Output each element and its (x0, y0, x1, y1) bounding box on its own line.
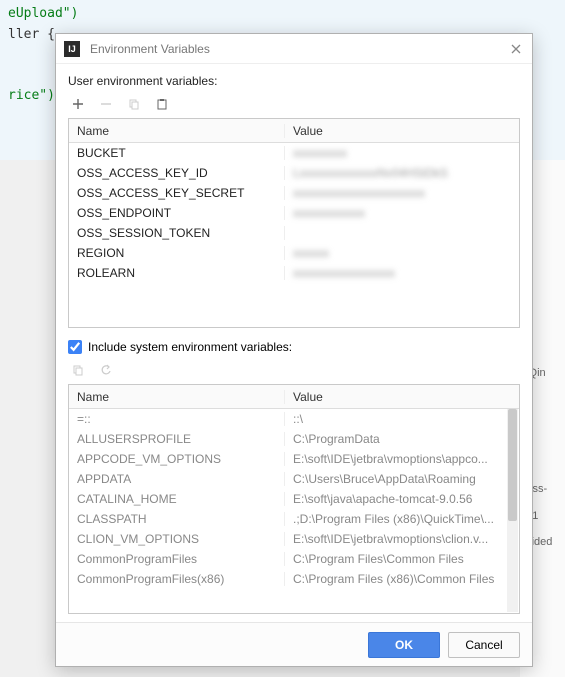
table-row[interactable]: APPDATAC:\Users\Bruce\AppData\Roaming (69, 469, 519, 489)
remove-icon (98, 96, 114, 112)
table-row[interactable]: APPCODE_VM_OPTIONSE:\soft\IDE\jetbra\vmo… (69, 449, 519, 469)
col-value[interactable]: Value (285, 124, 519, 138)
cell-name[interactable]: CommonProgramFiles (69, 552, 285, 566)
scrollbar[interactable] (507, 409, 518, 612)
cell-name[interactable]: CATALINA_HOME (69, 492, 285, 506)
revert-icon (98, 362, 114, 378)
add-icon[interactable] (70, 96, 86, 112)
table-row[interactable]: =::::\ (69, 409, 519, 429)
user-vars-toolbar (68, 94, 520, 118)
cell-value[interactable]: xxxxxxxxxxxxxxxxx (285, 266, 519, 280)
table-header: Name Value (69, 385, 519, 409)
cell-value[interactable]: C:\Program Files\Common Files (285, 552, 519, 566)
cell-name[interactable]: OSS_ACCESS_KEY_ID (69, 166, 285, 180)
app-icon: IJ (64, 41, 80, 57)
close-icon[interactable] (508, 41, 524, 57)
table-row[interactable]: CommonProgramFiles(x86)C:\Program Files … (69, 569, 519, 589)
user-vars-table[interactable]: Name Value BUCKETxxxxxxxxxOSS_ACCESS_KEY… (68, 118, 520, 328)
table-row[interactable]: CLASSPATH.;D:\Program Files (x86)\QuickT… (69, 509, 519, 529)
table-row[interactable]: ROLEARNxxxxxxxxxxxxxxxxx (69, 263, 519, 283)
cell-name[interactable]: OSS_ACCESS_KEY_SECRET (69, 186, 285, 200)
cell-value[interactable]: xxxxxx (285, 246, 519, 260)
cell-value[interactable]: LxxxxxxxxxxxxxNv04HSiDkS (285, 166, 519, 180)
table-row[interactable]: OSS_ENDPOINTxxxxxxxxxxxx (69, 203, 519, 223)
cell-name[interactable]: CLASSPATH (69, 512, 285, 526)
table-row[interactable]: OSS_SESSION_TOKEN (69, 223, 519, 243)
include-system-row: Include system environment variables: (68, 340, 520, 354)
cell-name[interactable]: =:: (69, 412, 285, 426)
titlebar: IJ Environment Variables (56, 34, 532, 64)
user-vars-label: User environment variables: (68, 74, 520, 88)
cell-value[interactable]: xxxxxxxxxxxx (285, 206, 519, 220)
cell-name[interactable]: APPCODE_VM_OPTIONS (69, 452, 285, 466)
sys-vars-toolbar (68, 360, 520, 384)
table-row[interactable]: CATALINA_HOMEE:\soft\java\apache-tomcat-… (69, 489, 519, 509)
col-value[interactable]: Value (285, 390, 519, 404)
table-row[interactable]: CommonProgramFilesC:\Program Files\Commo… (69, 549, 519, 569)
cell-value[interactable]: C:\Users\Bruce\AppData\Roaming (285, 472, 519, 486)
copy-icon (70, 362, 86, 378)
cell-value[interactable]: ::\ (285, 412, 519, 426)
cell-value[interactable]: E:\soft\IDE\jetbra\vmoptions\clion.v... (285, 532, 519, 546)
table-row[interactable]: REGIONxxxxxx (69, 243, 519, 263)
cell-value[interactable]: xxxxxxxxxxxxxxxxxxxxxx (285, 186, 519, 200)
cell-name[interactable]: ROLEARN (69, 266, 285, 280)
col-name[interactable]: Name (69, 390, 285, 404)
cell-value[interactable]: C:\Program Files (x86)\Common Files (285, 572, 519, 586)
sys-vars-table[interactable]: Name Value =::::\ALLUSERSPROFILEC:\Progr… (68, 384, 520, 614)
cell-value[interactable]: E:\soft\java\apache-tomcat-9.0.56 (285, 492, 519, 506)
copy-icon (126, 96, 142, 112)
include-system-label: Include system environment variables: (88, 340, 292, 354)
table-header: Name Value (69, 119, 519, 143)
env-vars-dialog: IJ Environment Variables User environmen… (55, 33, 533, 667)
table-row[interactable]: ALLUSERSPROFILEC:\ProgramData (69, 429, 519, 449)
col-name[interactable]: Name (69, 124, 285, 138)
include-system-checkbox[interactable] (68, 340, 82, 354)
cell-value[interactable]: .;D:\Program Files (x86)\QuickTime\... (285, 512, 519, 526)
paste-icon[interactable] (154, 96, 170, 112)
cell-name[interactable]: OSS_ENDPOINT (69, 206, 285, 220)
cell-name[interactable]: BUCKET (69, 146, 285, 160)
cell-name[interactable]: REGION (69, 246, 285, 260)
table-row[interactable]: CLION_VM_OPTIONSE:\soft\IDE\jetbra\vmopt… (69, 529, 519, 549)
table-row[interactable]: OSS_ACCESS_KEY_IDLxxxxxxxxxxxxxNv04HSiDk… (69, 163, 519, 183)
table-row[interactable]: BUCKETxxxxxxxxx (69, 143, 519, 163)
cell-value[interactable]: C:\ProgramData (285, 432, 519, 446)
dialog-title: Environment Variables (90, 42, 210, 56)
cell-name[interactable]: APPDATA (69, 472, 285, 486)
dialog-footer: OK Cancel (56, 622, 532, 666)
ok-button[interactable]: OK (368, 632, 440, 658)
table-row[interactable]: OSS_ACCESS_KEY_SECRETxxxxxxxxxxxxxxxxxxx… (69, 183, 519, 203)
cell-value[interactable]: xxxxxxxxx (285, 146, 519, 160)
cancel-button[interactable]: Cancel (448, 632, 520, 658)
cell-name[interactable]: OSS_SESSION_TOKEN (69, 226, 285, 240)
cell-name[interactable]: CommonProgramFiles(x86) (69, 572, 285, 586)
cell-name[interactable]: CLION_VM_OPTIONS (69, 532, 285, 546)
cell-value[interactable]: E:\soft\IDE\jetbra\vmoptions\appco... (285, 452, 519, 466)
scrollbar-thumb[interactable] (508, 409, 517, 521)
cell-name[interactable]: ALLUSERSPROFILE (69, 432, 285, 446)
